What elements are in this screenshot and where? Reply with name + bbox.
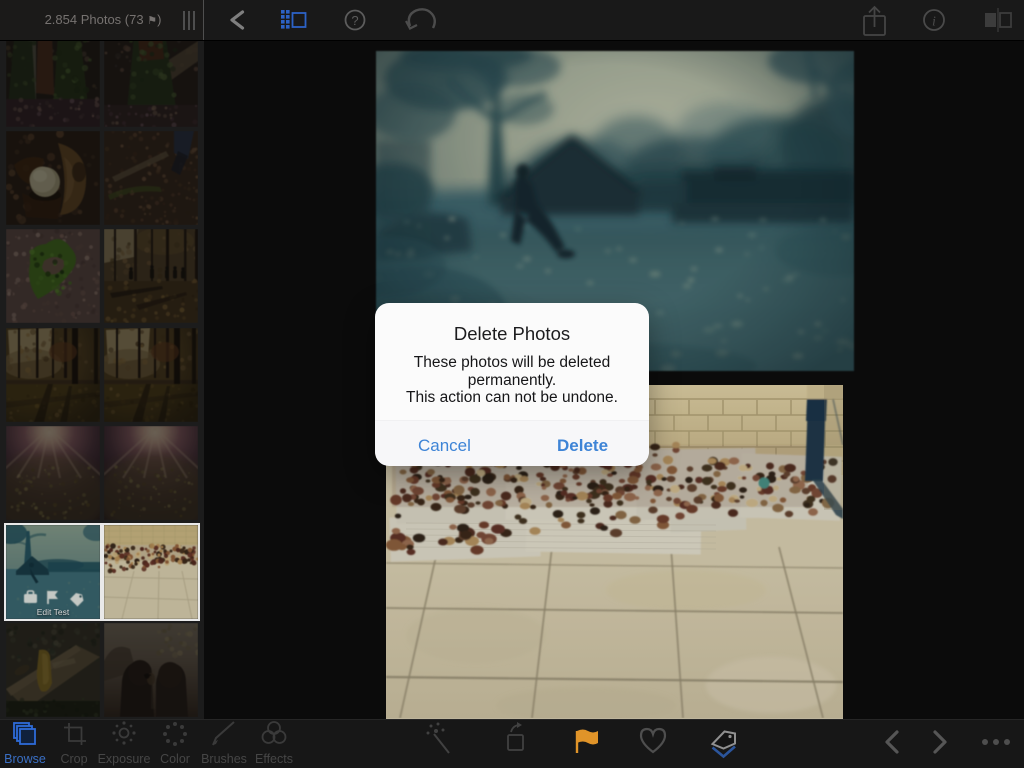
- svg-text:Exposure: Exposure: [98, 752, 151, 766]
- svg-text:i: i: [932, 15, 936, 30]
- svg-text:Crop: Crop: [60, 752, 87, 766]
- svg-text:Effects: Effects: [255, 752, 293, 766]
- svg-text:Brushes: Brushes: [201, 752, 247, 766]
- svg-text:Color: Color: [160, 752, 190, 766]
- svg-text:?: ?: [351, 13, 358, 28]
- svg-text:Browse: Browse: [4, 752, 46, 766]
